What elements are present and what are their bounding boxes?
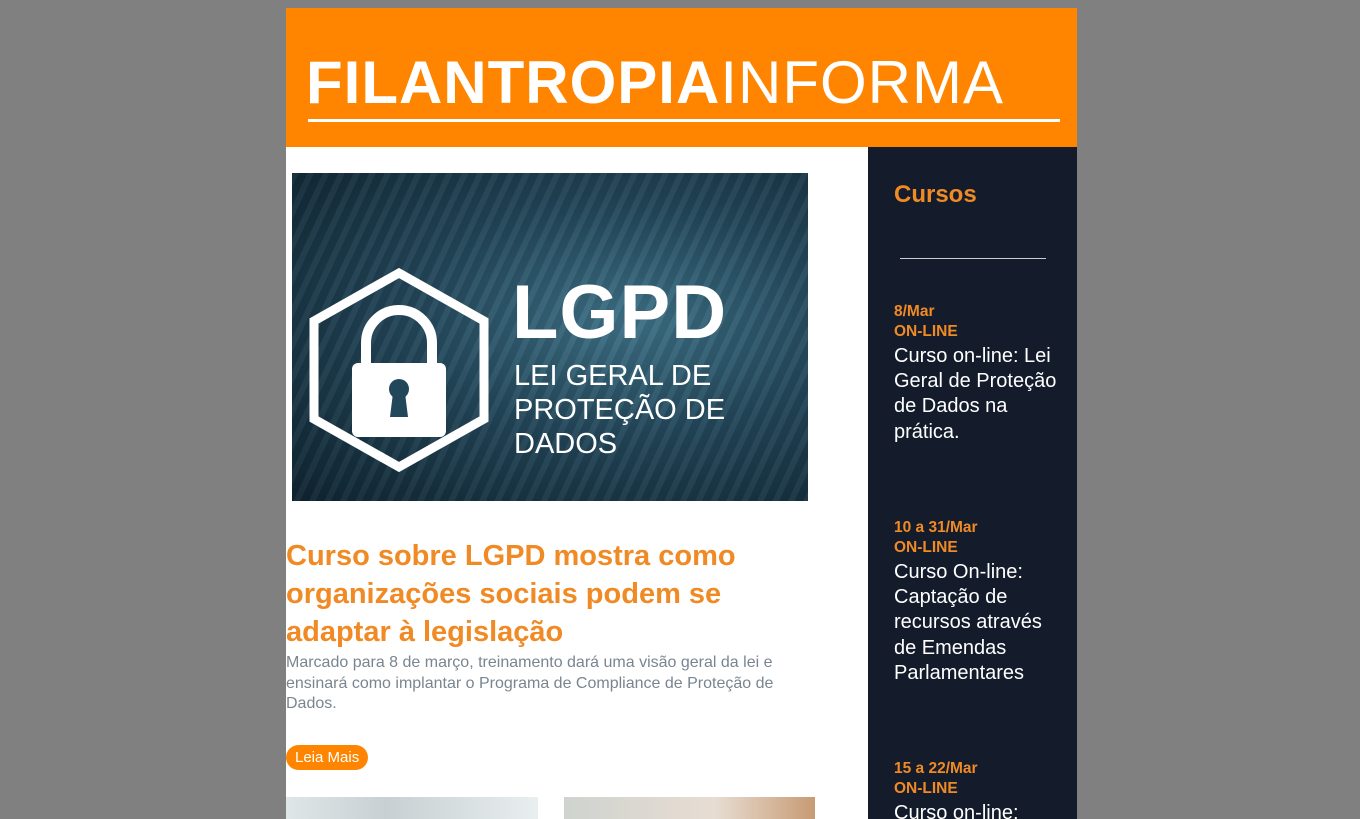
article-summary: Marcado para 8 de março, treinamento dar… (286, 654, 774, 712)
article-thumbnail[interactable] (564, 797, 815, 819)
main-column: LGPD LEI GERAL DE PROTEÇÃO DE DADOS Curs… (286, 147, 868, 819)
course-mode: ON-LINE (894, 780, 958, 797)
course-name[interactable]: Curso on-line: Lei Geral de Proteção de … (894, 344, 1064, 445)
course-item[interactable]: 10 a 31/Mar ON-LINE Curso On-line: Capta… (894, 518, 1064, 686)
course-name[interactable]: Curso on-line: (894, 801, 1064, 819)
course-date: 10 a 31/Mar (894, 519, 978, 536)
newsletter: FILANTROPIAINFORMA LGPD LEI GERAL DE PRO… (286, 8, 1077, 819)
course-date: 15 a 22/Mar (894, 760, 978, 777)
filantropia-informa-logo[interactable]: FILANTROPIAINFORMA (306, 52, 1061, 122)
courses-sidebar: Cursos 8/Mar ON-LINE Curso on-line: Lei … (868, 147, 1077, 819)
read-more-button[interactable]: Leia Mais (286, 745, 369, 770)
hero-subheading: LEI GERAL DE PROTEÇÃO DE DADOS (514, 360, 726, 460)
logo-light-text: INFORMA (720, 49, 1004, 116)
course-name[interactable]: Curso On-line: Captação de recursos atra… (894, 560, 1064, 686)
sidebar-title: Cursos (894, 181, 977, 208)
logo-underline (308, 119, 1060, 122)
course-mode: ON-LINE (894, 539, 958, 556)
logo-bold-text: FILANTROPIA (306, 49, 721, 116)
article-thumbnail[interactable] (286, 797, 538, 819)
sidebar-divider (900, 258, 1046, 259)
lgpd-hero-image[interactable]: LGPD LEI GERAL DE PROTEÇÃO DE DADOS (292, 173, 808, 501)
hero-heading: LGPD (512, 270, 728, 355)
course-date: 8/Mar (894, 303, 935, 320)
article-title[interactable]: Curso sobre LGPD mostra como organizaçõe… (286, 537, 806, 651)
course-item[interactable]: 8/Mar ON-LINE Curso on-line: Lei Geral d… (894, 302, 1064, 445)
course-mode: ON-LINE (894, 323, 958, 340)
padlock-icon (309, 267, 489, 473)
course-item[interactable]: 15 a 22/Mar ON-LINE Curso on-line: (894, 759, 1064, 819)
header-banner: FILANTROPIAINFORMA (286, 8, 1077, 147)
